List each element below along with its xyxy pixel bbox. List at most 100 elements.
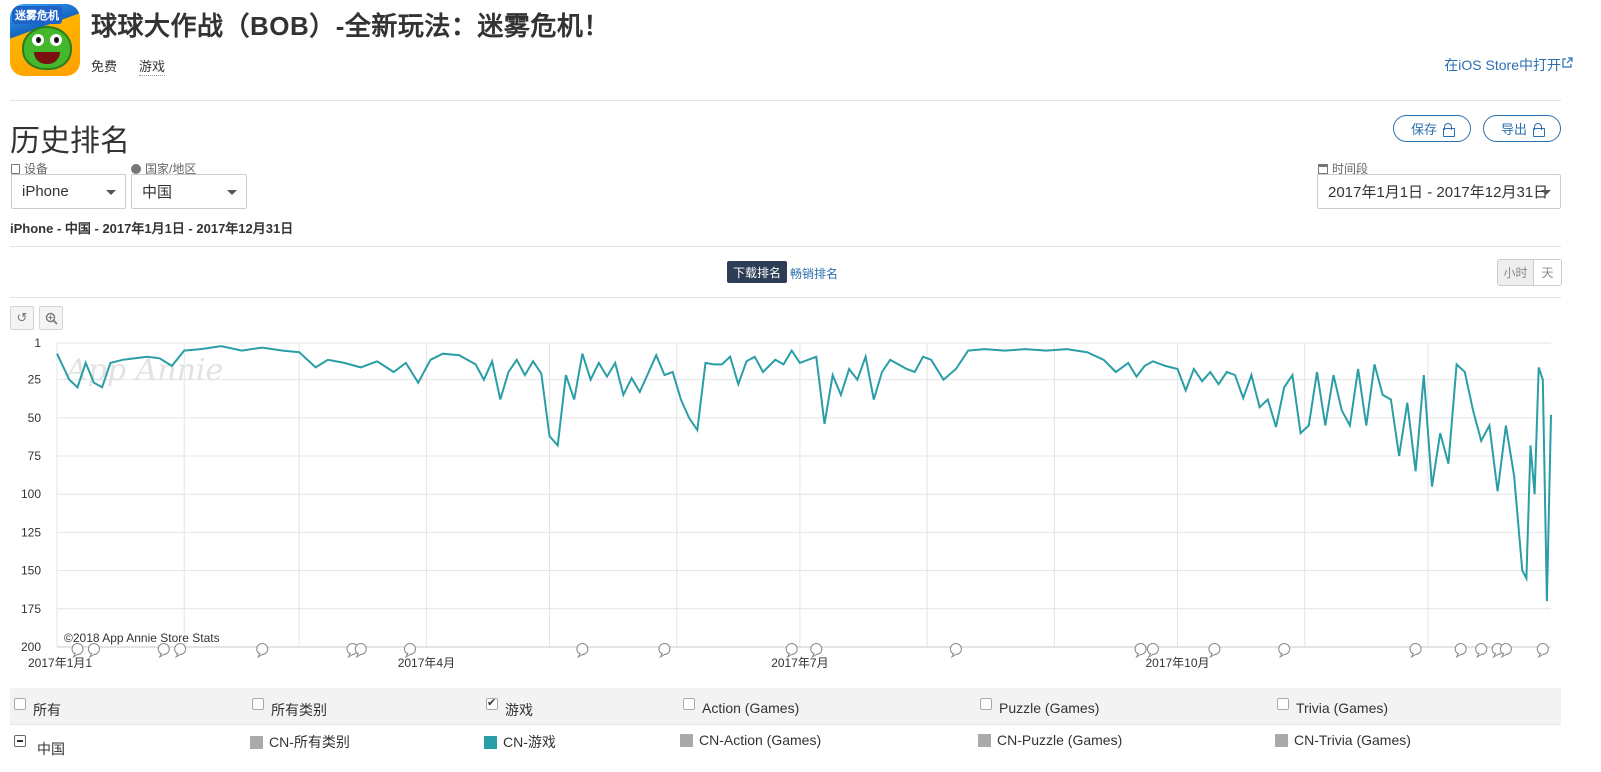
event-annotation-icon[interactable] [1134,643,1147,659]
app-meta: 免费 游戏 [91,56,166,76]
open-in-ios-store-link[interactable]: 在iOS Store中打开 [1444,55,1561,75]
legend-category-row: 所有 所有类别 游戏 Action (Games) Puzzle (Games) Triv… [10,688,1561,724]
legend-checkbox[interactable] [980,698,992,710]
tab-download-rank[interactable]: 下载排名 [727,261,788,283]
chevron-down-icon [106,190,116,195]
legend-category-label: Puzzle (Games) [999,700,1100,716]
undo-icon: ↺ [16,310,28,325]
calendar-icon [1318,163,1328,174]
rank-history-chart: App Annie 1255075100125150175200 2017年1月… [21,336,1552,670]
legend-series-label: CN-Puzzle (Games) [997,732,1123,748]
legend-checkbox[interactable] [252,698,264,710]
y-tick-label: 75 [28,449,42,463]
country-select-value: 中国 [142,184,173,201]
event-annotation-icon[interactable] [71,643,84,659]
event-annotation-icon[interactable] [1454,643,1467,659]
export-button[interactable]: 导出 [1483,115,1561,142]
legend-category-label: 游戏 [505,702,533,718]
legend-series-row: 中国 CN-所有类别 CN-游戏 CN-Action (Games) CN-Puzzl… [10,724,1561,772]
legend-series-item[interactable]: CN-Puzzle (Games) [978,732,1122,748]
period-select-value: 2017年1月1日 - 2017年12月31日 [1328,184,1549,201]
y-tick-label: 125 [21,525,41,539]
reset-zoom-button[interactable]: ↺ [10,306,34,330]
legend-swatch [978,733,991,747]
legend-category-label: 所有 [33,702,61,718]
legend-series-label: CN-所有类别 [269,734,350,750]
event-annotation-icon[interactable] [157,643,170,659]
chart-credit: ©2018 App Annie Store Stats [64,631,220,645]
event-annotation-icon[interactable] [949,643,962,659]
divider [10,100,1561,101]
tab-grossing-rank[interactable]: 畅销排名 [790,265,838,282]
legend-swatch [250,735,263,749]
x-tick-label: 2017年7月 [771,656,828,670]
event-annotation-icon[interactable] [658,643,671,659]
y-tick-label: 1 [34,336,41,350]
legend-checkbox[interactable] [14,698,26,710]
divider [10,246,1561,247]
y-tick-label: 150 [21,564,41,578]
chevron-down-icon [1541,190,1551,195]
app-icon: 迷雾危机 [10,4,80,76]
y-tick-label: 100 [21,487,41,501]
granularity-day-button[interactable]: 天 [1534,260,1561,285]
granularity-hour-button[interactable]: 小时 [1498,260,1534,285]
legend-category-label: Trivia (Games) [1296,700,1389,716]
event-annotation-icon[interactable] [354,643,367,659]
x-tick-label: 2017年4月 [398,656,455,670]
event-annotation-icon[interactable] [1499,643,1512,659]
chevron-down-icon [227,190,237,195]
zoom-in-icon [45,312,58,325]
legend-series-item[interactable]: CN-Trivia (Games) [1275,732,1411,748]
y-tick-label: 50 [28,411,42,425]
legend-category-label: Action (Games) [702,700,800,716]
legend-series-item[interactable]: CN-所有类别 [250,732,350,752]
section-title: 历史排名 [10,125,130,158]
legend-category-label: 所有类别 [271,702,327,718]
app-price: 免费 [91,59,118,74]
divider [10,297,1561,298]
event-annotation-icon[interactable] [1278,643,1291,659]
device-icon [11,163,20,174]
event-annotation-icon[interactable] [87,643,100,659]
event-annotation-icon[interactable] [1208,643,1221,659]
zoom-button[interactable] [39,306,63,330]
event-annotation-icon[interactable] [1536,643,1549,659]
country-select[interactable]: 中国 [131,174,247,209]
event-annotation-icon[interactable] [1475,643,1488,659]
collapse-country-toggle[interactable] [14,735,26,747]
legend-series-item[interactable]: CN-游戏 [484,732,556,752]
event-annotation-icon[interactable] [174,643,187,659]
legend-checkbox[interactable] [683,698,695,710]
legend-series-item[interactable]: CN-Action (Games) [680,732,821,748]
app-icon-tag: 迷雾危机 [12,6,62,24]
event-annotation-icon[interactable] [576,643,589,659]
legend-swatch [1275,733,1288,747]
external-link-icon [1562,57,1573,68]
legend-swatch [680,733,693,747]
globe-icon [131,163,141,174]
event-annotation-icon[interactable] [256,643,269,659]
x-tick-label: 2017年10月 [1145,656,1209,670]
event-annotation-icon[interactable] [810,643,823,659]
legend-swatch [484,735,497,749]
save-button-label: 保存 [1410,122,1437,137]
app-genre-link[interactable]: 游戏 [139,56,166,76]
lock-icon [1443,122,1455,137]
legend-series-label: CN-Action (Games) [699,732,822,748]
event-annotation-icon[interactable] [785,643,798,659]
series-line-cn-games [56,345,1552,602]
legend-country-label: 中国 [37,741,65,757]
period-select[interactable]: 2017年1月1日 - 2017年12月31日 [1317,174,1561,209]
legend-checkbox[interactable] [1277,698,1289,710]
event-annotation-icon[interactable] [1146,643,1159,659]
device-select[interactable]: iPhone [11,174,126,209]
event-annotation-icon[interactable] [1409,643,1422,659]
legend-checkbox[interactable] [486,696,498,710]
lock-icon [1533,122,1545,137]
save-button[interactable]: 保存 [1393,115,1471,142]
y-tick-label: 25 [28,373,42,387]
legend-series-label: CN-Trivia (Games) [1294,732,1411,748]
x-tick-label: 2017年1月1 [28,656,92,670]
event-annotation-icon[interactable] [403,643,416,659]
